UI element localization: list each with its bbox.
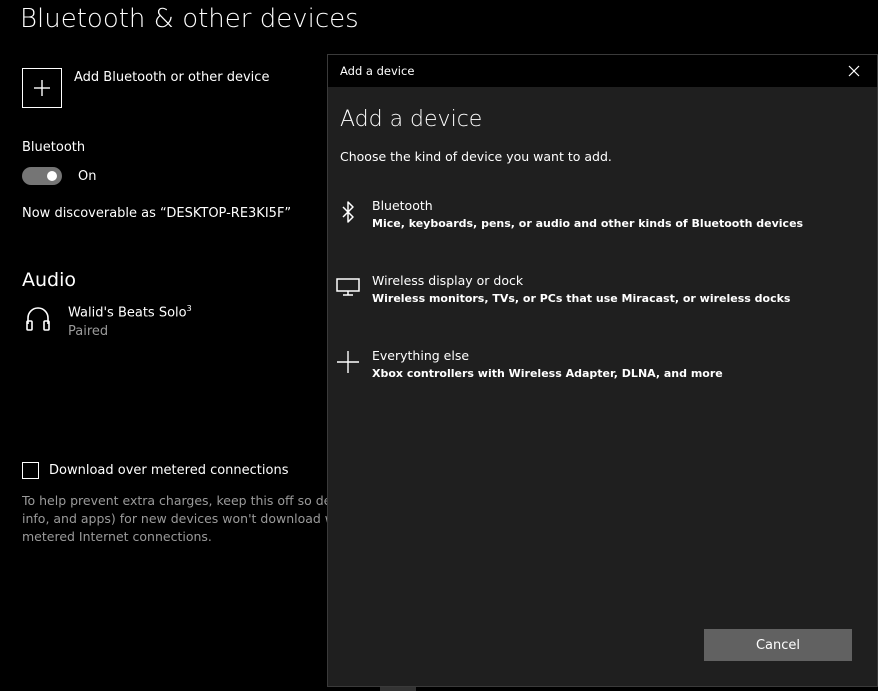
headphones-icon <box>26 307 50 331</box>
toggle-knob <box>47 171 57 181</box>
monitor-icon <box>334 273 362 301</box>
page-title: Bluetooth & other devices <box>20 4 359 34</box>
bluetooth-toggle[interactable] <box>22 167 62 185</box>
audio-device-item[interactable]: Walid's Beats Solo3 Paired <box>24 304 192 339</box>
close-icon <box>848 65 860 77</box>
option-title: Wireless display or dock <box>372 273 524 288</box>
audio-device-name-text: Walid's Beats Solo <box>68 305 187 321</box>
metered-row[interactable]: Download over metered connections <box>22 462 288 479</box>
dialog-titlebar[interactable]: Add a device <box>328 55 877 87</box>
metered-desc-line: info, and apps) for new devices won't do… <box>22 511 330 526</box>
option-description: Xbox controllers with Wireless Adapter, … <box>372 367 723 380</box>
metered-label: Download over metered connections <box>49 463 289 478</box>
plus-icon <box>336 348 360 376</box>
bluetooth-icon <box>336 198 360 226</box>
audio-heading: Audio <box>22 269 77 291</box>
toggle-state-label: On <box>78 168 97 184</box>
dialog-subheading: Choose the kind of device you want to ad… <box>340 149 612 164</box>
add-device-label: Add Bluetooth or other device <box>74 70 270 85</box>
dialog-heading: Add a device <box>340 107 483 132</box>
plus-icon <box>34 80 50 96</box>
dialog-window-title: Add a device <box>340 64 415 78</box>
option-everything-else[interactable]: Everything else Xbox controllers with Wi… <box>328 348 877 408</box>
cancel-button[interactable]: Cancel <box>704 629 852 661</box>
settings-page: Bluetooth & other devices Add Bluetooth … <box>0 0 878 691</box>
audio-device-name: Walid's Beats Solo3 <box>68 304 192 320</box>
option-description: Mice, keyboards, pens, or audio and othe… <box>372 217 804 230</box>
bluetooth-heading: Bluetooth <box>22 140 86 155</box>
audio-device-status: Paired <box>68 324 109 340</box>
metered-checkbox[interactable] <box>22 462 39 479</box>
bluetooth-toggle-row: On <box>22 167 96 185</box>
add-device-button[interactable]: Add Bluetooth or other device <box>22 68 269 108</box>
option-wireless-display[interactable]: Wireless display or dock Wireless monito… <box>328 273 877 333</box>
audio-device-text: Walid's Beats Solo3 Paired <box>68 304 192 339</box>
option-bluetooth[interactable]: Bluetooth Mice, keyboards, pens, or audi… <box>328 198 877 258</box>
close-button[interactable] <box>831 55 877 87</box>
add-device-dialog: Add a device Add a device Choose the kin… <box>327 54 878 687</box>
add-device-plus-box[interactable] <box>22 68 62 108</box>
audio-device-superscript: 3 <box>186 304 192 313</box>
option-title: Bluetooth <box>372 198 433 213</box>
discoverable-text: Now discoverable as “DESKTOP-RE3KI5F” <box>22 206 292 221</box>
metered-description: To help prevent extra charges, keep this… <box>22 492 330 546</box>
option-description: Wireless monitors, TVs, or PCs that use … <box>372 292 791 305</box>
option-title: Everything else <box>372 348 470 363</box>
metered-desc-line: To help prevent extra charges, keep this… <box>22 493 330 508</box>
metered-desc-line: metered Internet connections. <box>22 529 212 544</box>
